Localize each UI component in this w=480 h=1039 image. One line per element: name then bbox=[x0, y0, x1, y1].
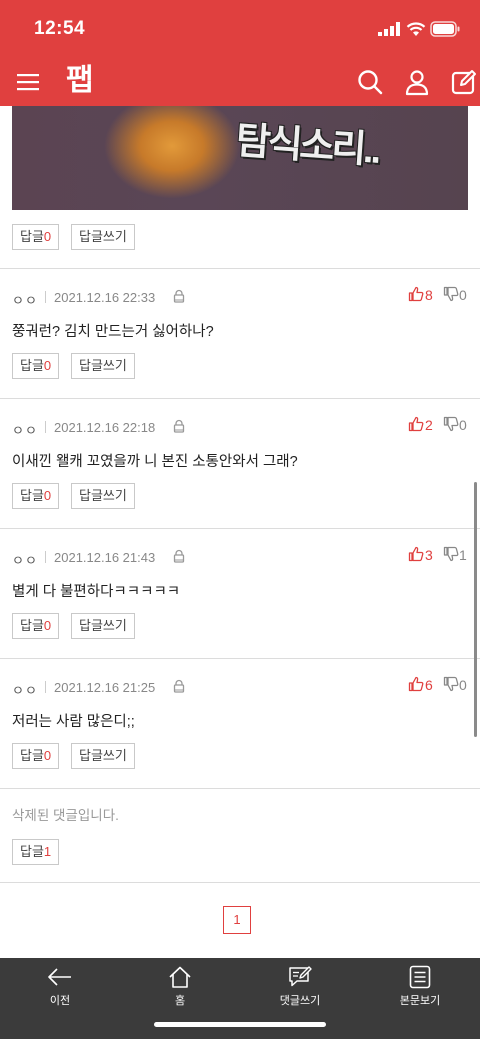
reply-label: 답글 bbox=[20, 229, 44, 244]
reply-button[interactable]: 답글0 bbox=[12, 483, 60, 509]
reply-count: 0 bbox=[43, 358, 52, 373]
meta-separator bbox=[45, 421, 46, 433]
site-logo[interactable]: 팹 bbox=[66, 64, 94, 98]
downvote-count: 0 bbox=[459, 677, 467, 693]
reply-button[interactable]: 답글0 bbox=[12, 743, 60, 769]
reply-label: 답글 bbox=[20, 358, 44, 373]
reply-count: 1 bbox=[43, 844, 52, 859]
upvote-count: 3 bbox=[425, 547, 433, 563]
user-icon[interactable] bbox=[403, 68, 431, 96]
comment-item: ㅇㅇ 2021.12.16 22:18 2 0 이새낀 왤캐 꼬였을까 니 본진… bbox=[0, 399, 480, 529]
comment-list: 탐식소리.. 답글0 답글쓰기 ㅇㅇ 2021.12.16 22:33 8 0 … bbox=[0, 106, 480, 958]
upvote-count: 6 bbox=[425, 677, 433, 693]
thumbs-up-icon[interactable] bbox=[408, 676, 424, 692]
tab-home[interactable]: 홈 bbox=[120, 958, 240, 1018]
home-indicator[interactable] bbox=[154, 1022, 326, 1027]
comment-body: 저러는 사람 많은디;; bbox=[12, 714, 135, 730]
reply-button[interactable]: 답글0 bbox=[12, 353, 60, 379]
write-reply-button[interactable]: 답글쓰기 bbox=[71, 613, 135, 639]
battery-icon bbox=[430, 21, 460, 37]
back-arrow-icon bbox=[48, 968, 71, 986]
comment-date: 2021.12.16 22:18 bbox=[54, 420, 156, 435]
divider bbox=[0, 788, 480, 789]
comment-image: 탐식소리.. bbox=[12, 106, 468, 210]
hamburger-menu-icon[interactable] bbox=[14, 68, 42, 96]
thumbs-up-icon[interactable] bbox=[408, 416, 424, 432]
reply-label: 답글 bbox=[20, 844, 44, 859]
home-icon bbox=[169, 966, 191, 988]
reply-button[interactable]: 답글1 bbox=[12, 839, 60, 865]
comment-body: 별게 다 불편하다ㅋㅋㅋㅋㅋ bbox=[12, 584, 181, 600]
lock-icon bbox=[173, 289, 185, 303]
reply-label: 답글 bbox=[20, 748, 44, 763]
tab-write-comment-label: 댓글쓰기 bbox=[279, 995, 321, 1007]
comment-item: ㅇㅇ 2021.12.16 21:25 6 0 저러는 사람 많은디;; 답글0… bbox=[0, 659, 480, 789]
image-overlay-text: 탐식소리.. bbox=[234, 120, 380, 172]
comment-item: ㅇㅇ 2021.12.16 22:33 8 0 쭝궈런? 김치 만드는거 싫어하… bbox=[0, 269, 480, 399]
lock-icon bbox=[173, 419, 185, 433]
downvote-count: 0 bbox=[459, 417, 467, 433]
reply-button[interactable]: 답글0 bbox=[12, 613, 60, 639]
reply-label: 답글 bbox=[20, 488, 44, 503]
tab-view-article-label: 본문보기 bbox=[399, 995, 441, 1007]
comment-author: ㅇㅇ bbox=[12, 684, 38, 699]
reply-count: 0 bbox=[43, 748, 52, 763]
comment-author: ㅇㅇ bbox=[12, 554, 38, 569]
status-bar: 12:54 bbox=[0, 0, 480, 58]
cellular-signal-icon bbox=[378, 22, 400, 36]
thumbs-down-icon[interactable] bbox=[443, 416, 459, 432]
reply-button[interactable]: 답글0 bbox=[12, 224, 60, 250]
deleted-comment-text: 삭제된 댓글입니다. bbox=[12, 808, 119, 823]
reply-count: 0 bbox=[43, 229, 52, 244]
upvote-count: 2 bbox=[425, 417, 433, 433]
comment-body: 이새낀 왤캐 꼬였을까 니 본진 소통안와서 그래? bbox=[12, 454, 298, 470]
meta-separator bbox=[45, 681, 46, 693]
meta-separator bbox=[45, 551, 46, 563]
thumbs-up-icon[interactable] bbox=[408, 286, 424, 302]
write-reply-button[interactable]: 답글쓰기 bbox=[71, 483, 135, 509]
write-reply-button[interactable]: 답글쓰기 bbox=[71, 224, 135, 250]
thumbs-down-icon[interactable] bbox=[443, 286, 459, 302]
search-icon[interactable] bbox=[356, 68, 384, 96]
meta-separator bbox=[45, 291, 46, 303]
downvote-count: 1 bbox=[459, 547, 467, 563]
upvote-count: 8 bbox=[425, 287, 433, 303]
comment-date: 2021.12.16 21:43 bbox=[54, 550, 156, 565]
thumbs-up-icon[interactable] bbox=[408, 546, 424, 562]
comment-body: 쭝궈런? 김치 만드는거 싫어하나? bbox=[12, 324, 214, 340]
top-nav-bar: 팹 bbox=[0, 58, 480, 106]
tab-home-label: 홈 bbox=[174, 995, 186, 1007]
status-time: 12:54 bbox=[34, 18, 86, 39]
write-comment-icon bbox=[289, 966, 312, 987]
comment-author: ㅇㅇ bbox=[12, 294, 38, 309]
write-reply-button[interactable]: 답글쓰기 bbox=[71, 743, 135, 769]
tab-write-comment[interactable]: 댓글쓰기 bbox=[240, 958, 360, 1018]
write-reply-button[interactable]: 답글쓰기 bbox=[71, 353, 135, 379]
lock-icon bbox=[173, 549, 185, 563]
reply-label: 답글 bbox=[20, 618, 44, 633]
tab-view-article[interactable]: 본문보기 bbox=[360, 958, 480, 1018]
lock-icon bbox=[173, 679, 185, 693]
pagination-current-page[interactable]: 1 bbox=[223, 906, 251, 934]
reply-count: 0 bbox=[43, 488, 52, 503]
tab-back[interactable]: 이전 bbox=[0, 958, 120, 1018]
downvote-count: 0 bbox=[459, 287, 467, 303]
thumbs-down-icon[interactable] bbox=[443, 546, 459, 562]
wifi-icon bbox=[406, 22, 426, 36]
comment-item: ㅇㅇ 2021.12.16 21:43 3 1 별게 다 불편하다ㅋㅋㅋㅋㅋ 답… bbox=[0, 529, 480, 659]
reply-count: 0 bbox=[43, 618, 52, 633]
divider bbox=[0, 882, 480, 883]
write-icon[interactable] bbox=[450, 68, 478, 96]
comment-date: 2021.12.16 21:25 bbox=[54, 680, 156, 695]
comment-author: ㅇㅇ bbox=[12, 424, 38, 439]
thumbs-down-icon[interactable] bbox=[443, 676, 459, 692]
comment-date: 2021.12.16 22:33 bbox=[54, 290, 156, 305]
tab-back-label: 이전 bbox=[49, 995, 71, 1007]
article-icon bbox=[409, 965, 431, 989]
scrollbar[interactable] bbox=[474, 482, 477, 737]
